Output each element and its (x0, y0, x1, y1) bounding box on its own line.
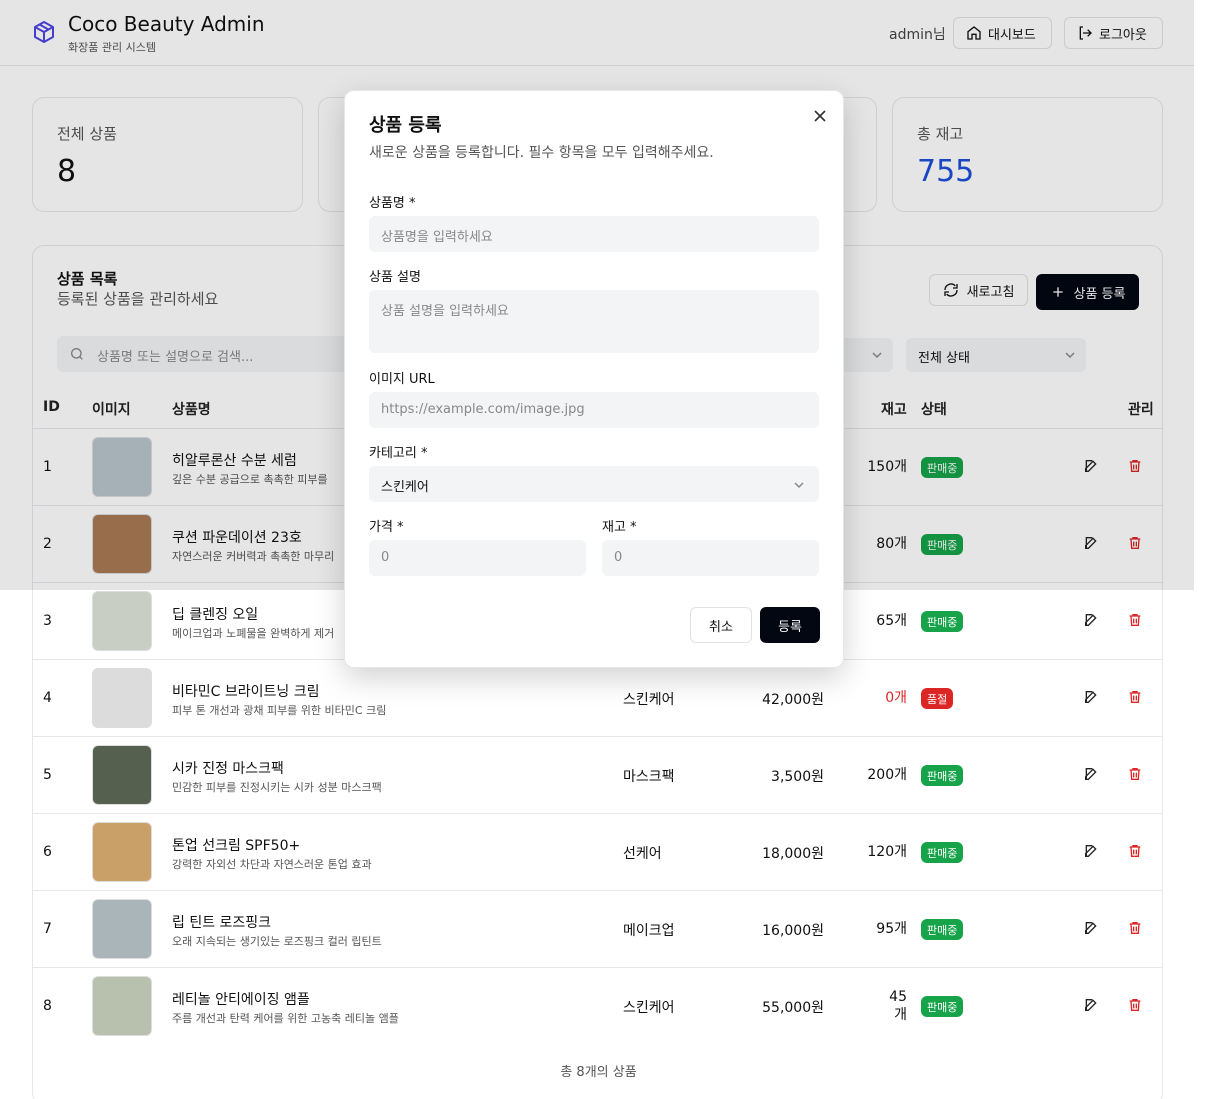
dialog-title: 상품 등록 (369, 115, 442, 136)
price-label: 가격 * (369, 520, 404, 535)
product-name: 비타민C 브라이트닝 크림 (172, 684, 320, 700)
product-stock: 0개 (885, 690, 907, 706)
row-id: 6 (43, 844, 52, 860)
status-badge: 판매중 (921, 919, 964, 940)
category-select[interactable]: 스킨케어 (369, 466, 819, 502)
product-name: 레티놀 안티에이징 앰플 (172, 992, 310, 1008)
product-stock: 120개 (867, 844, 907, 860)
product-description: 강력한 자외선 차단과 자연스러운 톤업 효과 (172, 858, 372, 871)
row-id: 7 (43, 921, 52, 937)
row-id: 4 (43, 690, 52, 706)
product-thumbnail (92, 976, 152, 1036)
table-row: 5 시카 진정 마스크팩민감한 피부를 진정시키는 시카 성분 마스크팩 마스크팩 3… (33, 736, 1162, 813)
dialog-description: 새로운 상품을 등록합니다. 필수 항목을 모두 입력해주세요. (369, 145, 714, 161)
product-thumbnail (92, 668, 152, 728)
cancel-button[interactable]: 취소 (690, 607, 752, 643)
trash-icon[interactable] (1127, 612, 1143, 628)
name-label: 상품명 * (369, 196, 416, 211)
edit-icon[interactable] (1083, 997, 1099, 1013)
product-category: 메이크업 (623, 923, 675, 939)
product-name: 시카 진정 마스크팩 (172, 761, 284, 777)
description-placeholder: 상품 설명을 입력하세요 (381, 304, 509, 319)
product-stock: 65개 (876, 613, 907, 629)
product-price: 55,000원 (762, 1000, 824, 1016)
product-name: 립 틴트 로즈핑크 (172, 915, 272, 931)
product-thumbnail (92, 591, 152, 651)
row-id: 3 (43, 613, 52, 629)
edit-icon[interactable] (1083, 612, 1099, 628)
trash-icon[interactable] (1127, 689, 1143, 705)
status-badge: 판매중 (921, 996, 964, 1017)
product-price: 42,000원 (762, 692, 824, 708)
product-stock: 200개 (867, 767, 907, 783)
status-badge: 판매중 (921, 611, 964, 632)
product-description: 주름 개선과 탄력 케어를 위한 고농축 레티놀 앰플 (172, 1012, 399, 1025)
product-stock: 95개 (876, 921, 907, 937)
product-description: 민감한 피부를 진정시키는 시카 성분 마스크팩 (172, 781, 382, 794)
product-name-input[interactable]: 상품명을 입력하세요 (369, 216, 819, 252)
table-row: 6 톤업 선크림 SPF50+ 강력한 자외선 차단과 자연스러운 톤업 효과 선케어… (33, 813, 1162, 890)
product-description: 피부 톤 개선과 광채 피부를 위한 비타민C 크림 (172, 704, 387, 717)
product-price: 18,000원 (762, 846, 824, 862)
product-price: 3,500원 (771, 769, 824, 785)
table-row: 8 레티놀 안티에이징 앰플주름 개선과 탄력 케어를 위한 고농축 레티놀 앰플… (33, 967, 1162, 1044)
product-stock: 45 개 (889, 989, 907, 1023)
status-badge: 판매중 (921, 765, 964, 786)
table-row: 7 립 틴트 로즈핑크오래 지속되는 생기있는 로즈핑크 컬러 립틴트 메이크업 16… (33, 890, 1162, 967)
product-category: 스킨케어 (623, 692, 675, 708)
edit-icon[interactable] (1083, 843, 1099, 859)
category-label: 카테고리 * (369, 446, 428, 461)
price-input[interactable]: 0 (369, 540, 586, 576)
submit-button[interactable]: 등록 (760, 607, 820, 643)
product-description-textarea[interactable]: 상품 설명을 입력하세요 (369, 290, 819, 353)
stock-label: 재고 * (602, 520, 637, 535)
status-badge: 판매중 (921, 842, 964, 863)
product-thumbnail (92, 745, 152, 805)
product-category: 스킨케어 (623, 1000, 675, 1016)
product-thumbnail (92, 822, 152, 882)
product-thumbnail (92, 899, 152, 959)
total-count: 총 8개의 상품 (560, 1065, 637, 1080)
image-url-label: 이미지 URL (369, 372, 435, 387)
name-placeholder: 상품명을 입력하세요 (381, 230, 493, 245)
table-row: 4 비타민C 브라이트닝 크림피부 톤 개선과 광채 피부를 위한 비타민C 크림… (33, 659, 1162, 736)
description-label: 상품 설명 (369, 270, 421, 285)
trash-icon[interactable] (1127, 843, 1143, 859)
edit-icon[interactable] (1083, 920, 1099, 936)
trash-icon[interactable] (1127, 997, 1143, 1013)
row-id: 8 (43, 998, 52, 1014)
product-price: 16,000원 (762, 923, 824, 939)
close-icon[interactable] (813, 109, 827, 123)
product-description: 메이크업과 노폐물을 완벽하게 제거 (172, 627, 335, 640)
price-placeholder: 0 (381, 550, 390, 565)
product-category: 선케어 (623, 846, 662, 862)
edit-icon[interactable] (1083, 689, 1099, 705)
trash-icon[interactable] (1127, 920, 1143, 936)
category-value: 스킨케어 (381, 480, 429, 495)
trash-icon[interactable] (1127, 766, 1143, 782)
edit-icon[interactable] (1083, 766, 1099, 782)
stock-input[interactable]: 0 (602, 540, 819, 576)
row-id: 5 (43, 767, 52, 783)
image-url-placeholder: https://example.com/image.jpg (381, 402, 585, 417)
product-category: 마스크팩 (623, 769, 675, 785)
product-description: 오래 지속되는 생기있는 로즈핑크 컬러 립틴트 (172, 935, 382, 948)
stock-placeholder: 0 (614, 550, 623, 565)
product-register-dialog: 상품 등록 새로운 상품을 등록합니다. 필수 항목을 모두 입력해주세요. 상… (344, 90, 844, 668)
image-url-input[interactable]: https://example.com/image.jpg (369, 392, 819, 428)
status-badge: 품절 (921, 688, 954, 709)
product-name: 딥 클렌징 오일 (172, 607, 259, 623)
chevron-down-icon (794, 482, 804, 489)
product-name: 톤업 선크림 SPF50+ (172, 838, 301, 854)
